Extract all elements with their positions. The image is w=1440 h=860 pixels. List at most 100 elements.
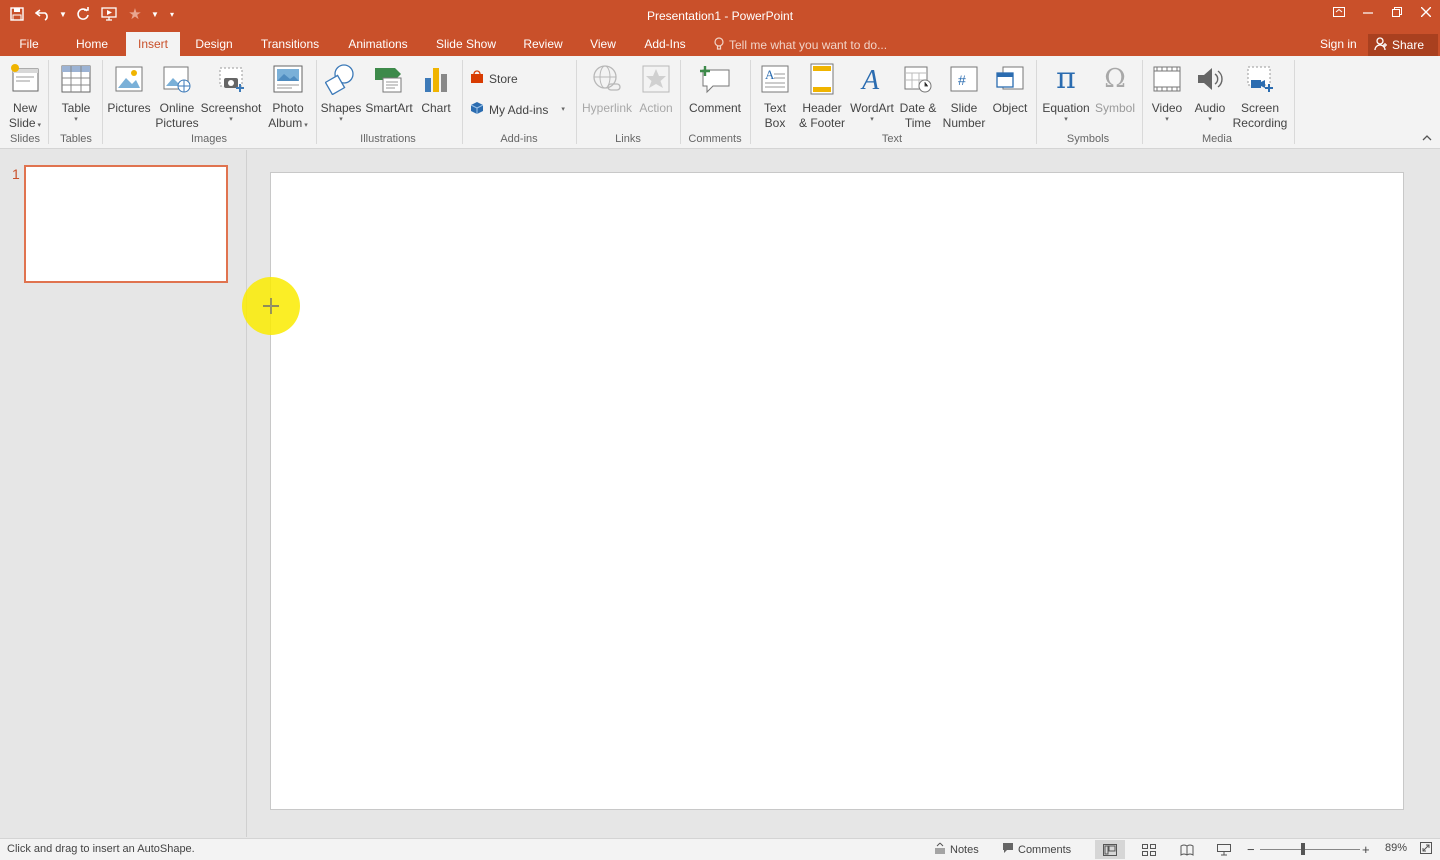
chart-button[interactable]: Chart — [416, 60, 456, 116]
slide-number-button[interactable]: # Slide Number — [940, 60, 988, 131]
my-addins-button[interactable]: My Add-ins ▾ — [470, 101, 565, 118]
hyperlink-label: Hyperlink — [581, 101, 632, 115]
slide-editing-area — [248, 150, 1440, 837]
slide-canvas[interactable] — [270, 172, 1404, 810]
calendar-clock-icon — [901, 60, 935, 98]
comment-bubble-icon — [1002, 842, 1014, 857]
notes-icon — [934, 842, 946, 857]
shapes-icon — [324, 60, 358, 98]
group-separator — [1294, 60, 1295, 144]
tab-file[interactable]: File — [10, 32, 48, 56]
my-addins-dropdown-icon[interactable]: ▾ — [561, 106, 565, 114]
ribbon-display-options-icon[interactable] — [1324, 0, 1353, 24]
tab-design[interactable]: Design — [188, 32, 240, 56]
minimize-icon[interactable] — [1353, 0, 1382, 24]
status-message: Click and drag to insert an AutoShape. — [7, 843, 195, 855]
new-slide-button[interactable]: New Slide ▾ — [6, 60, 44, 131]
new-slide-icon — [8, 60, 42, 98]
collapse-ribbon-icon[interactable] — [1422, 134, 1432, 145]
slide-show-button[interactable] — [1209, 840, 1239, 859]
group-separator — [680, 60, 681, 144]
smartart-button[interactable]: SmartArt — [364, 60, 414, 116]
share-label: Share — [1392, 38, 1425, 52]
normal-view-button[interactable] — [1095, 840, 1125, 859]
group-separator — [1142, 60, 1143, 144]
store-button[interactable]: Store — [470, 70, 518, 87]
online-pictures-button[interactable]: Online Pictures — [154, 60, 200, 131]
status-bar: Click and drag to insert an AutoShape. N… — [0, 838, 1440, 860]
screenshot-button[interactable]: Screenshot ▾ — [200, 60, 262, 124]
svg-text:A: A — [765, 67, 775, 82]
photo-album-button[interactable]: Photo Album ▾ — [264, 60, 312, 131]
notes-button[interactable]: Notes — [934, 842, 979, 857]
hyperlink-button[interactable]: Hyperlink — [580, 60, 634, 116]
slide-thumbnail[interactable] — [24, 165, 228, 283]
screen-recording-button[interactable]: Screen Recording — [1232, 60, 1288, 131]
symbol-button[interactable]: Ω Symbol — [1094, 60, 1136, 116]
zoom-slider-thumb[interactable] — [1301, 843, 1305, 855]
share-button[interactable]: Share — [1368, 34, 1438, 56]
object-button[interactable]: Object — [990, 60, 1030, 116]
reading-view-button[interactable] — [1172, 840, 1202, 859]
tab-review[interactable]: Review — [515, 32, 571, 56]
text-box-button[interactable]: A Text Box — [756, 60, 794, 131]
zoom-slider-track[interactable] — [1260, 849, 1360, 850]
action-label: Action — [639, 101, 673, 115]
zoom-in-button[interactable]: + — [1362, 842, 1370, 857]
zoom-level[interactable]: 89% — [1385, 842, 1407, 854]
tab-add-ins[interactable]: Add-Ins — [636, 32, 694, 56]
slide-show-icon — [1217, 843, 1231, 855]
pictures-icon — [112, 60, 146, 98]
audio-label: Audio — [1194, 101, 1226, 115]
comment-button[interactable]: Comment — [686, 60, 744, 116]
tab-animations[interactable]: Animations — [340, 32, 416, 56]
shapes-button[interactable]: Shapes ▾ — [320, 60, 362, 124]
action-button[interactable]: Action — [636, 60, 676, 116]
my-addins-icon — [470, 101, 484, 118]
tab-insert[interactable]: Insert — [126, 32, 180, 56]
pictures-button[interactable]: Pictures — [106, 60, 152, 116]
date-time-label-1: Date & — [899, 101, 937, 115]
video-icon — [1150, 60, 1184, 98]
slide-number-label-2: Number — [942, 116, 986, 130]
tab-view[interactable]: View — [582, 32, 624, 56]
tab-home[interactable]: Home — [68, 32, 116, 56]
group-label-illustrations: Illustrations — [360, 133, 416, 145]
reading-view-icon — [1180, 844, 1194, 856]
group-label-media: Media — [1202, 133, 1232, 145]
tab-transitions[interactable]: Transitions — [252, 32, 328, 56]
text-box-icon: A — [758, 60, 792, 98]
video-button[interactable]: Video ▾ — [1148, 60, 1186, 124]
table-button[interactable]: Table ▾ — [55, 60, 97, 124]
svg-text:A: A — [860, 65, 880, 94]
object-icon — [993, 60, 1027, 98]
wordart-icon: A — [855, 60, 889, 98]
window-title: Presentation1 - PowerPoint — [646, 9, 794, 23]
date-time-label-2: Time — [904, 116, 932, 130]
person-icon — [1374, 36, 1388, 54]
restore-icon[interactable] — [1382, 0, 1411, 24]
fit-to-window-button[interactable] — [1420, 842, 1432, 854]
header-footer-button[interactable]: Header & Footer — [796, 60, 848, 131]
equation-button[interactable]: π Equation ▾ — [1040, 60, 1092, 124]
sign-in-link[interactable]: Sign in — [1320, 37, 1357, 51]
comments-button[interactable]: Comments — [1002, 842, 1071, 857]
smartart-label: SmartArt — [365, 101, 413, 115]
group-separator — [1036, 60, 1037, 144]
photo-album-label-2: Album — [268, 116, 303, 130]
wordart-button[interactable]: A WordArt ▾ — [848, 60, 896, 124]
audio-button[interactable]: Audio ▾ — [1190, 60, 1230, 124]
tab-slide-show[interactable]: Slide Show — [430, 32, 502, 56]
minus-icon: − — [1247, 842, 1255, 857]
new-slide-label-2: Slide — [8, 116, 36, 130]
tell-me-search[interactable]: Tell me what you want to do... — [714, 37, 887, 53]
close-icon[interactable] — [1411, 0, 1440, 24]
comment-label: Comment — [688, 101, 741, 115]
date-time-button[interactable]: Date & Time — [896, 60, 940, 131]
group-label-text: Text — [881, 133, 903, 145]
zoom-out-button[interactable]: − — [1247, 842, 1255, 857]
group-separator — [102, 60, 103, 144]
online-pictures-icon — [160, 60, 194, 98]
screenshot-label: Screenshot — [200, 101, 262, 115]
slide-sorter-button[interactable] — [1134, 840, 1164, 859]
